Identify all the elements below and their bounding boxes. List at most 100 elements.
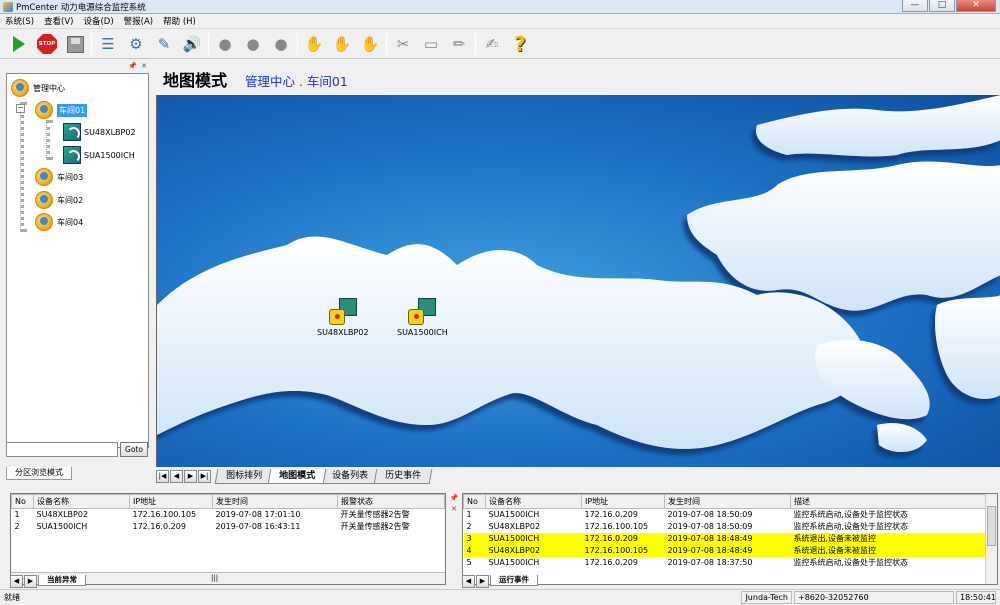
tool-button-6[interactable]: ✏ <box>447 32 471 56</box>
column-header[interactable]: 设备名称 <box>33 494 130 509</box>
start-button[interactable] <box>7 32 31 56</box>
menu-device[interactable]: 设备(D) <box>78 15 118 27</box>
alarm-panel: No 设备名称 IP地址 发生时间 报警状态 1 SU48XLBP02 172.… <box>10 493 446 585</box>
column-header[interactable]: 发生时间 <box>212 494 338 509</box>
nav-prev-button[interactable]: ◀ <box>462 574 475 588</box>
toolbar-separator <box>91 33 92 55</box>
help-button[interactable]: ? <box>508 32 532 56</box>
nav-prev-button[interactable]: ◀ <box>170 470 183 483</box>
tree-node-workshop02[interactable]: 车间02 <box>35 190 83 210</box>
ups-device-icon <box>408 298 437 328</box>
table-row[interactable]: 2 SUA1500ICH 172.16.0.209 2019-07-08 16:… <box>12 521 445 533</box>
cell-status: 开关量传感器2告警 <box>340 522 410 531</box>
column-header[interactable]: No <box>463 494 486 509</box>
cell-time: 2019-07-08 17:01:10 <box>215 510 301 520</box>
tab-history-events[interactable]: 历史事件 <box>373 469 433 484</box>
table-row[interactable]: 5 SUA1500ICH 172.16.0.209 2019-07-08 18:… <box>464 557 987 569</box>
zoom-out-button[interactable]: ● <box>241 32 265 56</box>
tree-node-device[interactable]: SUA1500ICH <box>63 145 135 165</box>
pin-icon[interactable]: 📌 <box>128 62 137 70</box>
tree-node-label: 管理中心 <box>33 83 65 93</box>
nav-prev-button[interactable]: ◀ <box>10 574 23 588</box>
tab-zone-browse[interactable]: 分区浏览模式 <box>6 467 72 480</box>
tab-device-list[interactable]: 设备列表 <box>320 469 380 484</box>
map-device-marker[interactable]: SUA1500ICH <box>397 298 448 337</box>
cell-ip: 172.16.0.209 <box>584 510 638 520</box>
tab-current-alarms[interactable]: 当前异常 <box>38 575 86 586</box>
stop-button[interactable]: STOP <box>35 32 59 56</box>
menu-view[interactable]: 查看(V) <box>39 15 78 27</box>
table-row[interactable]: 1 SU48XLBP02 172.16.100.105 2019-07-08 1… <box>12 509 445 521</box>
zoom-in-button[interactable]: ● <box>213 32 237 56</box>
panel-close-icon[interactable]: ✕ <box>451 505 457 513</box>
tab-map-mode[interactable]: 地图模式 <box>267 469 327 484</box>
status-clock: 18:50:41 <box>956 591 996 604</box>
cell-ip: 172.16.100.105 <box>581 544 665 557</box>
tree-node-workshop03[interactable]: 车间03 <box>35 167 83 187</box>
cell-time: 2019-07-08 18:48:49 <box>664 532 791 545</box>
tool-button-3[interactable]: ✋ <box>358 32 382 56</box>
device-config-button[interactable]: ✎ <box>152 32 176 56</box>
save-button[interactable] <box>63 32 87 56</box>
column-header[interactable]: IP地址 <box>129 494 213 509</box>
maximize-button[interactable]: □ <box>929 0 955 12</box>
breadcrumb: 管理中心 . 车间01 <box>245 74 348 89</box>
vertical-scrollbar[interactable] <box>985 494 997 584</box>
globe-icon <box>35 191 53 209</box>
tool-button-2[interactable]: ✋ <box>330 32 354 56</box>
map-device-marker[interactable]: SU48XLBP02 <box>317 298 369 337</box>
column-header[interactable]: 报警状态 <box>337 494 445 509</box>
tab-run-events[interactable]: 运行事件 <box>490 575 538 586</box>
tool-button-7[interactable]: ✍ <box>480 32 504 56</box>
sound-button[interactable]: 🔊 <box>180 32 204 56</box>
map-view[interactable]: SU48XLBP02 SUA1500ICH <box>156 95 1000 467</box>
table-row[interactable]: 3 SUA1500ICH 172.16.0.209 2019-07-08 18:… <box>463 532 987 545</box>
cell-device: SUA1500ICH <box>488 558 540 567</box>
column-header[interactable]: 设备名称 <box>485 494 582 509</box>
table-row[interactable]: 2 SU48XLBP02 172.16.100.105 2019-07-08 1… <box>464 521 987 533</box>
column-header[interactable]: 发生时间 <box>664 494 791 509</box>
cell-time: 2019-07-08 18:50:09 <box>667 510 753 520</box>
table-row[interactable]: 4 SU48XLBP02 172.16.100.105 2019-07-08 1… <box>463 544 987 557</box>
collapse-toggle[interactable]: − <box>16 104 25 113</box>
tree-node-workshop01[interactable]: 车间01 <box>35 100 88 120</box>
minimize-button[interactable]: — <box>902 0 928 12</box>
column-header[interactable]: No <box>11 494 34 509</box>
play-icon <box>13 36 25 52</box>
column-header[interactable]: 描述 <box>790 494 987 509</box>
sidebar-close-icon[interactable]: ✕ <box>141 62 147 70</box>
menu-alarm[interactable]: 警报(A) <box>119 15 158 27</box>
tab-icon-arrange[interactable]: 图标排列 <box>214 469 274 484</box>
nav-next-button[interactable]: ▶ <box>184 470 197 483</box>
tree-line <box>20 102 24 232</box>
tool-button-5[interactable]: ▭ <box>419 32 443 56</box>
nav-last-button[interactable]: ▶| <box>198 470 211 483</box>
tool-button-4[interactable]: ✂ <box>391 32 415 56</box>
close-button[interactable]: ✕ <box>956 0 996 12</box>
tree-node-workshop04[interactable]: 车间04 <box>35 212 83 232</box>
zoom-in-icon: ● <box>218 35 232 53</box>
goto-input[interactable] <box>6 442 118 457</box>
scrollbar-thumb[interactable] <box>987 506 996 546</box>
cell-device: SU48XLBP02 <box>36 510 89 520</box>
cell-ip: 172.16.100.105 <box>584 522 649 531</box>
goto-button[interactable]: Goto <box>120 442 148 457</box>
column-header[interactable]: IP地址 <box>581 494 665 509</box>
nav-next-button[interactable]: ▶ <box>476 574 489 588</box>
tree-button[interactable]: ☰ <box>96 32 120 56</box>
device-search-button[interactable]: ⚙ <box>124 32 148 56</box>
toolbar-separator <box>208 33 209 55</box>
table-row[interactable]: 1 SUA1500ICH 172.16.0.209 2019-07-08 18:… <box>464 509 987 521</box>
nav-next-button[interactable]: ▶ <box>24 574 37 588</box>
tree-node-root[interactable]: 管理中心 <box>11 78 65 98</box>
panel-splitter[interactable]: 📌 ✕ <box>448 493 460 588</box>
tree-node-device[interactable]: SU48XLBP02 <box>63 122 136 142</box>
tree-node-label: 车间01 <box>57 103 88 117</box>
refresh-button[interactable]: ● <box>269 32 293 56</box>
tool-button-1[interactable]: ✋ <box>302 32 326 56</box>
menu-help[interactable]: 帮助 (H) <box>158 15 201 27</box>
title-bar: PmCenter 动力电源综合监控系统 — □ ✕ <box>0 0 1000 14</box>
pin-icon[interactable]: 📌 <box>450 494 459 502</box>
nav-first-button[interactable]: |◀ <box>156 470 169 483</box>
menu-system[interactable]: 系统(S) <box>0 15 39 27</box>
